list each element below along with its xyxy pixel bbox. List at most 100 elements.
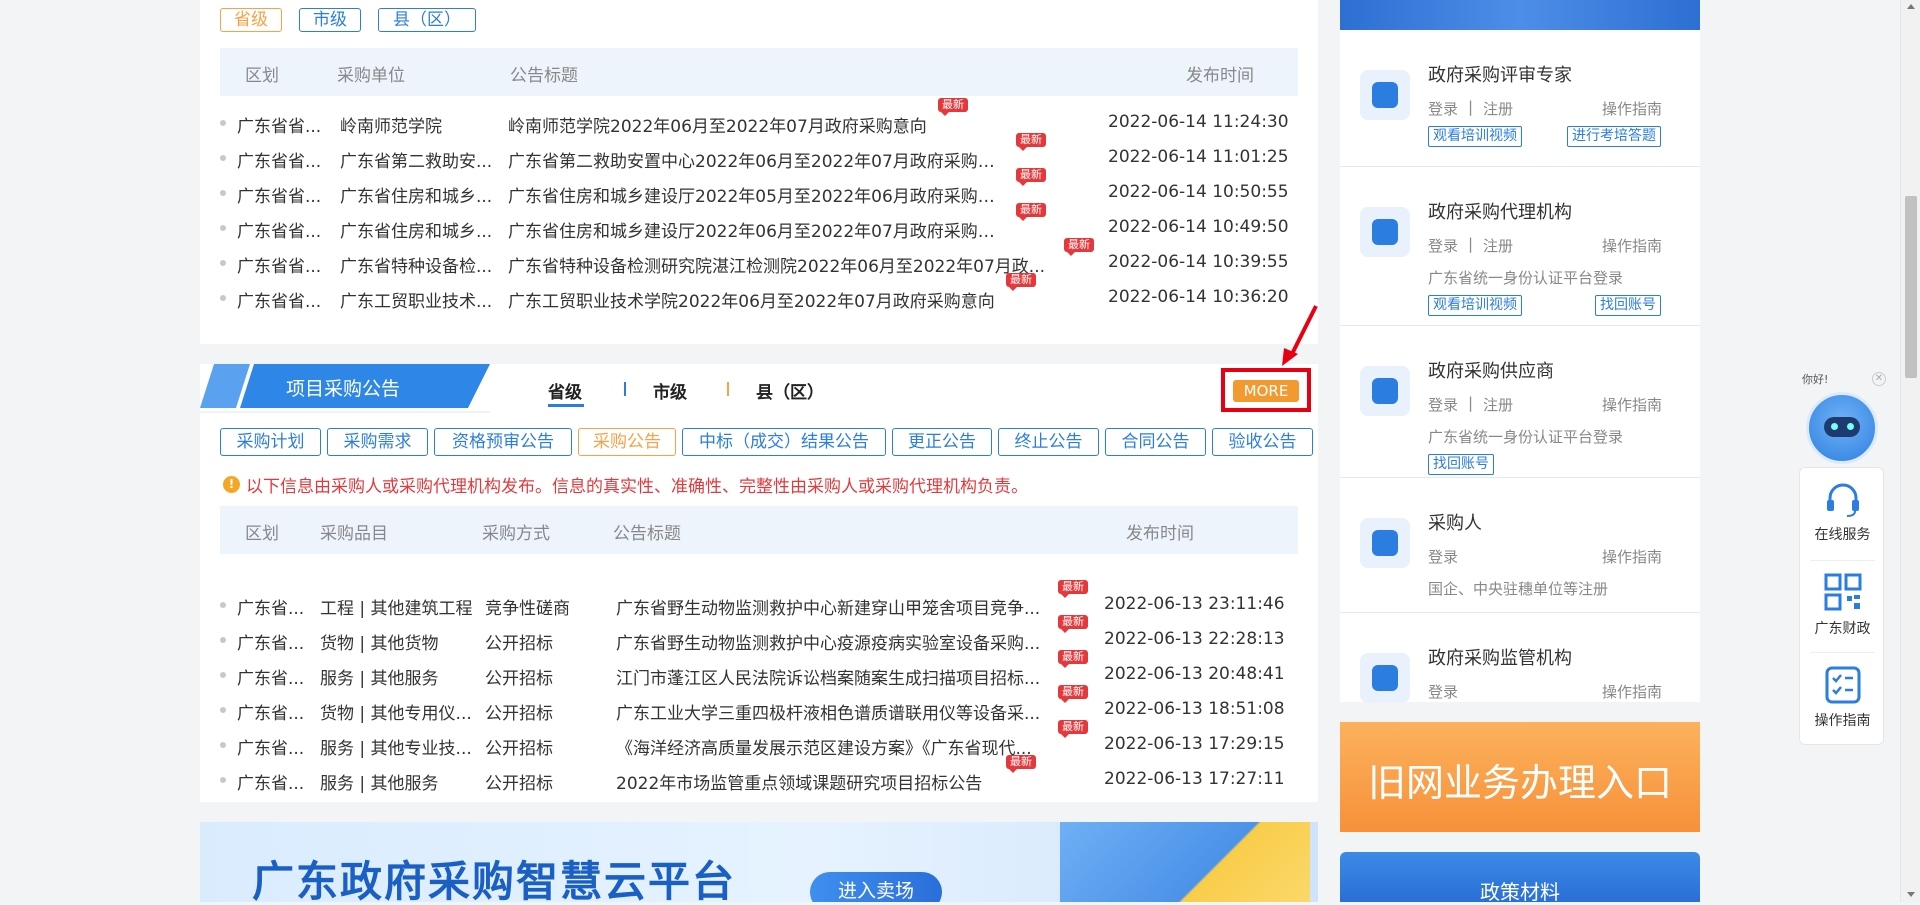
cell-unit: 广东工贸职业技术... <box>340 292 493 312</box>
active-tab-underline <box>548 404 584 407</box>
online-service-item[interactable]: 在线服务 <box>1800 478 1885 544</box>
cell-title[interactable]: 广东省野生动物监测救护中心疫源疫病实验室设备采购... <box>616 629 1040 654</box>
cell-title[interactable]: 广东省野生动物监测救护中心新建穿山甲笼舍项目竞争... <box>616 594 1040 619</box>
close-icon[interactable]: ✕ <box>1872 372 1886 386</box>
cell-title[interactable]: 2022年市场监管重点领域课题研究项目招标公告 <box>616 769 982 794</box>
table-row[interactable]: 广东省... 货物 | 其他货物 公开招标 广东省野生动物监测救护中心疫源疫病实验室设… <box>220 615 1298 658</box>
table-row[interactable]: 广东省... 服务 | 其他专业技... 公开招标 《海洋经济高质量发展示范区建设方案… <box>220 720 1298 763</box>
cell-title[interactable]: 广东工业大学三重四极杆液相色谱质谱联用仪等设备采... <box>616 699 1040 724</box>
type-tab[interactable]: 合同公告 <box>1105 428 1206 456</box>
cell-title[interactable]: 江门市蓬江区人民法院诉讼档案随案生成扫描项目招标... <box>616 664 1040 689</box>
cell-region: 广东省... <box>237 704 305 724</box>
table-row[interactable]: 广东省省... 广东工贸职业技术... 广东工贸职业技术学院2022年06月至202… <box>220 273 1298 316</box>
type-tab[interactable]: 采购需求 <box>327 428 428 456</box>
type-tab[interactable]: 验收公告 <box>1212 428 1313 456</box>
tab-provincial[interactable]: 省级 <box>220 8 282 32</box>
login-link[interactable]: 登录 <box>1428 394 1458 415</box>
cell-title[interactable]: 广东工贸职业技术学院2022年06月至2022年07月政府采购意向 <box>508 287 995 312</box>
login-link[interactable]: 登录 <box>1428 681 1458 702</box>
table-row[interactable]: 广东省... 服务 | 其他服务 公开招标 江门市蓬江区人民法院诉讼档案随案生成扫描项… <box>220 650 1298 693</box>
header-time: 发布时间 <box>1126 524 1194 544</box>
cell-item: 服务 | 其他专业技... <box>320 739 472 759</box>
cell-item: 服务 | 其他服务 <box>320 669 439 689</box>
table-row[interactable]: 广东省省... 广东省第二救助安... 广东省第二救助安置中心2022年06月至20… <box>220 133 1298 176</box>
register-link[interactable]: 注册 <box>1483 98 1513 119</box>
card-title: 政府采购代理机构 <box>1428 202 1572 223</box>
cell-title[interactable]: 广东省住房和城乡建设厅2022年05月至2022年06月政府采购意向 <box>508 182 1008 207</box>
new-badge: 最新 <box>1016 133 1046 151</box>
card-button[interactable]: 找回账号 <box>1428 454 1494 475</box>
project-tab-county[interactable]: 县（区） <box>756 378 824 403</box>
guide-link[interactable]: 操作指南 <box>1602 98 1662 119</box>
card-button[interactable]: 观看培训视频 <box>1428 295 1522 316</box>
scrollbar-thumb[interactable] <box>1905 196 1917 378</box>
cell-region: 广东省... <box>237 739 305 759</box>
cell-time: 2022-06-13 18:51:08 <box>1104 699 1285 719</box>
type-tab[interactable]: 更正公告 <box>892 428 992 456</box>
type-tab[interactable]: 采购公告 <box>578 428 676 456</box>
divider <box>727 382 729 396</box>
table-row[interactable]: 广东省省... 岭南师范学院 岭南师范学院2022年06月至2022年07月政府采购… <box>220 98 1298 141</box>
new-badge: 最新 <box>1058 580 1088 598</box>
register-link[interactable]: 注册 <box>1483 394 1513 415</box>
old-portal-entry[interactable]: 旧网业务办理入口 <box>1340 722 1700 832</box>
type-tab[interactable]: 终止公告 <box>998 428 1099 456</box>
guide-link[interactable]: 操作指南 <box>1602 681 1662 702</box>
gd-finance-label: 广东财政 <box>1814 621 1871 637</box>
tab-county[interactable]: 县（区） <box>378 8 476 32</box>
cell-title[interactable]: 广东省住房和城乡建设厅2022年06月至2022年07月政府采购意向 <box>508 217 1008 242</box>
policy-materials[interactable]: 政策材料 <box>1340 852 1700 904</box>
graduate-icon <box>1360 70 1410 120</box>
login-link[interactable]: 登录 <box>1428 98 1458 119</box>
register-link[interactable]: 注册 <box>1483 235 1513 256</box>
card-button[interactable]: 进行考培答题 <box>1567 126 1661 147</box>
type-tab[interactable]: 采购计划 <box>220 428 321 456</box>
table-row[interactable]: 广东省省... 广东省住房和城乡... 广东省住房和城乡建设厅2022年06月至20… <box>220 203 1298 246</box>
guide-link[interactable]: 操作指南 <box>1602 546 1662 567</box>
table-row[interactable]: 广东省... 工程 | 其他建筑工程 竞争性磋商 广东省野生动物监测救护中心新建穿山甲… <box>220 580 1298 623</box>
scroll-down-arrow[interactable] <box>1907 892 1915 897</box>
chatbot-avatar-icon[interactable] <box>1806 392 1878 464</box>
new-badge: 最新 <box>1058 720 1088 738</box>
cell-title[interactable]: 岭南师范学院2022年06月至2022年07月政府采购意向 <box>508 112 927 137</box>
card-button[interactable]: 找回账号 <box>1595 295 1661 316</box>
login-link[interactable]: 登录 <box>1428 546 1458 567</box>
cell-title[interactable]: 广东省特种设备检测研究院湛江检测院2022年06月至2022年07月政... <box>508 252 1045 277</box>
more-button[interactable]: MORE <box>1233 380 1299 402</box>
banner-title: 广东政府采购智慧云平台 <box>252 857 737 902</box>
login-link[interactable]: 登录 <box>1428 235 1458 256</box>
table-row[interactable]: 广东省省... 广东省住房和城乡... 广东省住房和城乡建设厅2022年05月至20… <box>220 168 1298 211</box>
type-tab[interactable]: 中标（成交）结果公告 <box>682 428 886 456</box>
house-icon <box>1360 366 1410 416</box>
header-region: 区划 <box>245 524 279 544</box>
smart-cloud-banner[interactable]: 广东政府采购智慧云平台 进入卖场 <box>200 822 1318 902</box>
robot-greeting: 你好! <box>1802 373 1829 386</box>
project-tab-city[interactable]: 市级 <box>653 378 687 403</box>
card-button[interactable]: 观看培训视频 <box>1428 126 1522 147</box>
gd-finance-item[interactable]: 广东财政 <box>1800 572 1885 638</box>
type-tab[interactable]: 资格预审公告 <box>434 428 572 456</box>
guide-link[interactable]: 操作指南 <box>1602 394 1662 415</box>
table-row[interactable]: 广东省... 服务 | 其他服务 公开招标 2022年市场监管重点领域课题研究项目招标… <box>220 755 1298 798</box>
table-row[interactable]: 广东省省... 广东省特种设备检... 广东省特种设备检测研究院湛江检测院2022年… <box>220 238 1298 281</box>
cell-region: 广东省... <box>237 669 305 689</box>
scroll-up-arrow[interactable] <box>1907 4 1915 9</box>
enter-market-button[interactable]: 进入卖场 <box>810 872 942 902</box>
tab-city[interactable]: 市级 <box>299 8 361 32</box>
operation-guide-item[interactable]: 操作指南 <box>1800 664 1885 730</box>
bullet <box>220 155 226 161</box>
new-badge: 最新 <box>1006 755 1036 773</box>
header-unit: 采购单位 <box>337 66 405 86</box>
cell-method: 竞争性磋商 <box>485 599 570 619</box>
card-title: 政府采购评审专家 <box>1428 65 1572 86</box>
cell-title[interactable]: 广东省第二救助安置中心2022年06月至2022年07月政府采购意向 <box>508 147 1008 172</box>
scrollbar-track[interactable] <box>1900 0 1920 902</box>
cell-title[interactable]: 《海洋经济高质量发展示范区建设方案》《广东省现代... <box>616 734 1032 759</box>
login-card: 采购人 登录 操作指南 国企、中央驻穗单位等注册 <box>1340 478 1700 613</box>
project-tab-provincial[interactable]: 省级 <box>548 378 582 403</box>
section-title: 项目采购公告 <box>286 378 401 400</box>
guide-link[interactable]: 操作指南 <box>1602 235 1662 256</box>
table-row[interactable]: 广东省... 货物 | 其他专用仪... 公开招标 广东工业大学三重四极杆液相色谱质谱… <box>220 685 1298 728</box>
new-badge: 最新 <box>1058 685 1088 703</box>
bullet <box>220 707 226 713</box>
